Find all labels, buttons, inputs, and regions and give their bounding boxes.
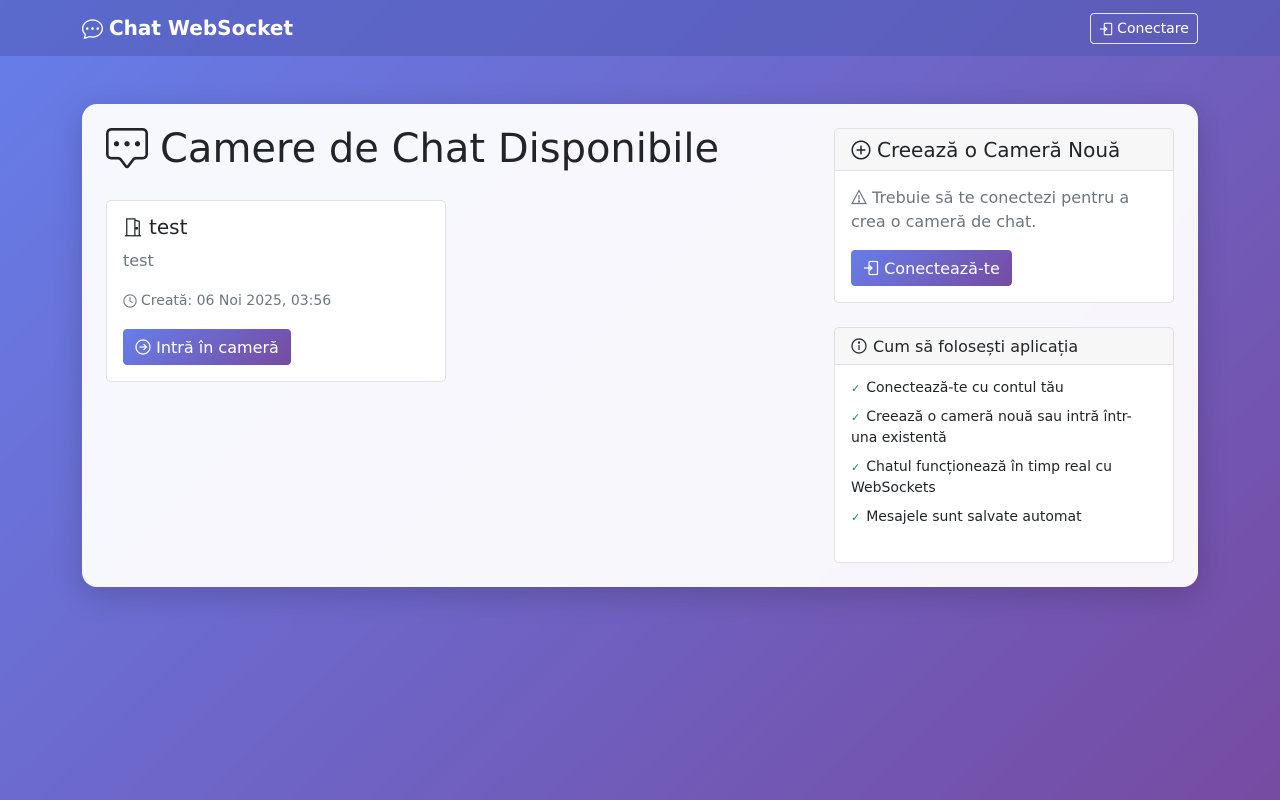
help-header: Cum să folosești aplicația bbox=[835, 328, 1173, 365]
page-title-text: Camere de Chat Disponibile bbox=[160, 126, 720, 172]
login-button[interactable]: Conectare bbox=[1090, 13, 1198, 44]
create-room-card: Creează o Cameră Nouă Trebuie să te cone… bbox=[834, 128, 1174, 303]
room-created-text: Creată: 06 Noi 2025, 03:56 bbox=[141, 293, 332, 309]
navbar: Chat WebSocket Conectare bbox=[0, 0, 1280, 56]
main-card: Camere de Chat Disponibile test test Cre… bbox=[82, 104, 1198, 587]
room-created: Creată: 06 Noi 2025, 03:56 bbox=[123, 293, 331, 309]
login-icon bbox=[1100, 22, 1113, 35]
room-description: test bbox=[123, 251, 154, 270]
login-icon bbox=[864, 260, 879, 276]
room-card: test test Creată: 06 Noi 2025, 03:56 Int… bbox=[106, 200, 446, 382]
help-card: Cum să folosești aplicația ✓ Conectează-t… bbox=[834, 327, 1174, 563]
check-icon: ✓ bbox=[851, 382, 861, 395]
page-title: Camere de Chat Disponibile bbox=[106, 126, 719, 172]
login-warning: Trebuie să te conectezi pentru a crea o … bbox=[850, 186, 1151, 234]
create-room-header: Creează o Cameră Nouă bbox=[835, 129, 1173, 171]
login-warning-text: Trebuie să te conectezi pentru a crea o … bbox=[851, 188, 1130, 231]
connect-button[interactable]: Conectează-te bbox=[851, 250, 1012, 286]
chat-dots-icon bbox=[82, 18, 103, 39]
info-circle-icon bbox=[851, 338, 867, 354]
arrow-right-circle-icon bbox=[135, 339, 151, 355]
warning-triangle-icon bbox=[850, 189, 868, 205]
check-icon: ✓ bbox=[851, 461, 861, 474]
clock-icon bbox=[123, 294, 137, 308]
create-room-title: Creează o Cameră Nouă bbox=[877, 137, 1121, 162]
check-icon: ✓ bbox=[851, 411, 861, 424]
connect-label: Conectează-te bbox=[884, 258, 1000, 278]
chat-square-dots-icon bbox=[106, 128, 148, 169]
room-title: test bbox=[123, 215, 187, 239]
help-list: ✓ Conectează-te cu contul tău ✓ Creează o … bbox=[851, 378, 1151, 536]
help-item: ✓ Conectează-te cu contul tău bbox=[851, 380, 1064, 396]
check-icon: ✓ bbox=[851, 511, 861, 524]
help-item: ✓ Mesajele sunt salvate automat bbox=[851, 509, 1082, 525]
join-room-label: Intră în cameră bbox=[156, 337, 279, 357]
brand-label: Chat WebSocket bbox=[109, 16, 294, 40]
help-item: ✓ Creează o cameră nouă sau intră într-un… bbox=[851, 409, 1132, 446]
plus-circle-icon bbox=[851, 140, 871, 159]
brand[interactable]: Chat WebSocket bbox=[82, 16, 293, 40]
room-name: test bbox=[149, 215, 188, 239]
help-title: Cum să folosești aplicația bbox=[873, 336, 1079, 356]
join-room-button[interactable]: Intră în cameră bbox=[123, 329, 291, 365]
help-item: ✓ Chatul funcționează în timp real cu Web… bbox=[851, 459, 1113, 496]
login-label: Conectare bbox=[1117, 20, 1189, 37]
door-icon bbox=[124, 218, 142, 237]
